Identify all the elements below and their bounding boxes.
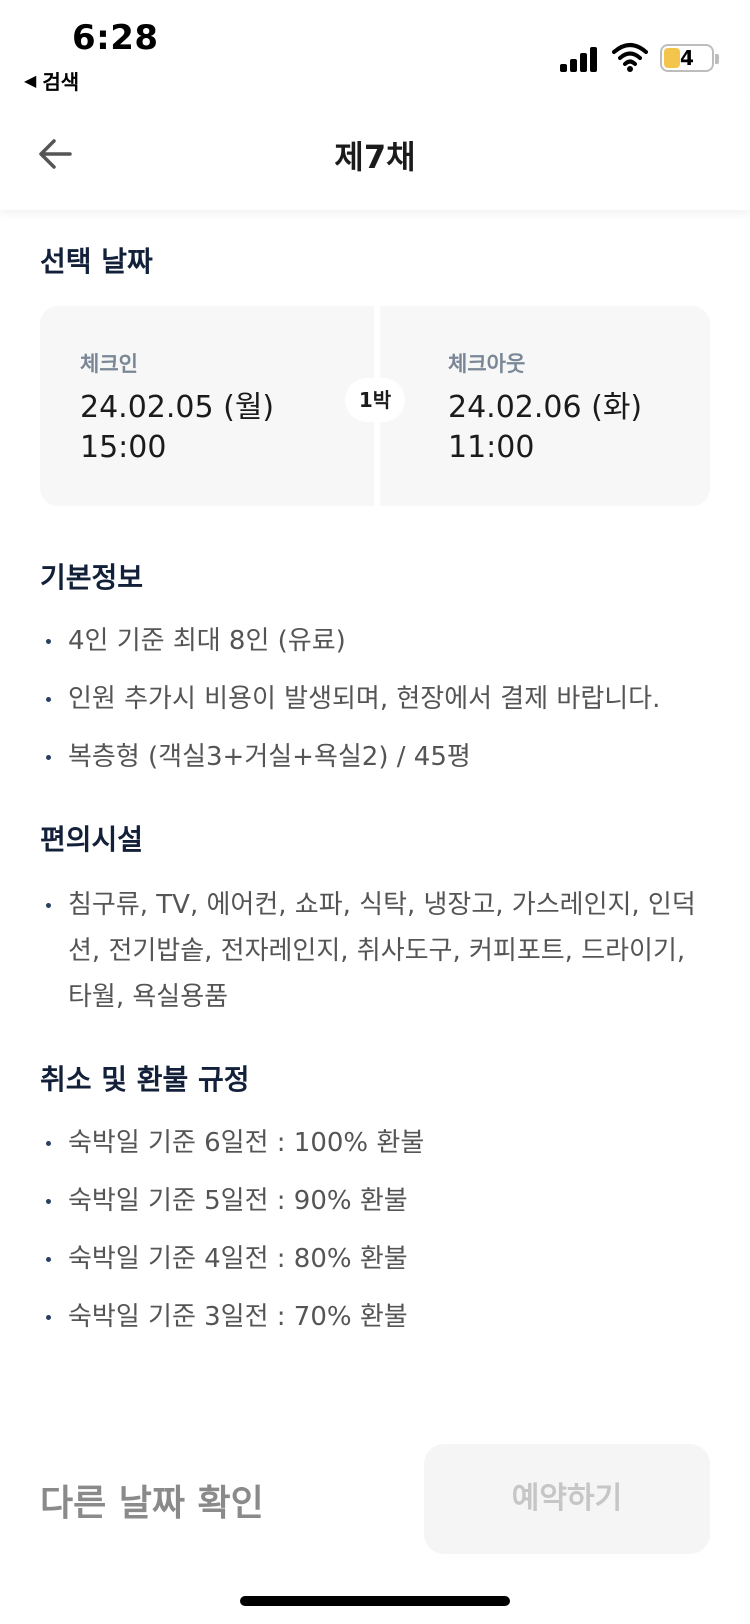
list-item: 숙박일 기준 3일전 : 70% 환불 [40,1294,720,1340]
cellular-signal-icon [560,46,600,72]
status-time: 6:28 [72,18,159,58]
checkout-block: 체크아웃 24.02.06 (화) 11:00 [448,348,642,468]
list-item: 인원 추가시 비용이 발생되며, 현장에서 결제 바랍니다. [40,676,720,722]
list-item: 복층형 (객실3+거실+욕실2) / 45평 [40,734,720,780]
checkout-time: 11:00 [448,430,535,465]
page-title: 제7채 [334,138,416,176]
home-indicator[interactable] [240,1596,510,1606]
checkout-date: 24.02.06 (화) [448,390,643,425]
amenities-title: 편의시설 [40,823,144,856]
battery-icon: 4 [660,44,719,72]
page-header: 제7채 [0,100,750,210]
nights-badge: 1박 [345,378,405,422]
amenities-list: 침구류, TV, 에어컨, 쇼파, 식탁, 냉장고, 가스레인지, 인덕션, 전… [40,882,712,1032]
list-item: 4인 기준 최대 8인 (유료) [40,618,720,664]
checkout-label: 체크아웃 [448,352,526,376]
checkin-label: 체크인 [80,352,138,376]
list-item: 숙박일 기준 5일전 : 90% 환불 [40,1178,720,1224]
back-to-app-link[interactable]: ◀ 검색 [24,66,79,95]
basic-info-list: 4인 기준 최대 8인 (유료) 인원 추가시 비용이 발생되며, 현장에서 결… [40,618,720,792]
battery-level: 4 [680,46,694,70]
back-app-label: 검색 [42,70,80,94]
date-card: 체크인 24.02.05 (월) 15:00 1박 체크아웃 24.02.06 … [40,306,710,506]
list-item: 숙박일 기준 6일전 : 100% 환불 [40,1120,720,1166]
list-item: 숙박일 기준 4일전 : 80% 환불 [40,1236,720,1282]
reserve-button[interactable]: 예약하기 [424,1444,710,1554]
other-date-button[interactable]: 다른 날짜 확인 [40,1474,264,1526]
list-item: 침구류, TV, 에어컨, 쇼파, 식탁, 냉장고, 가스레인지, 인덕션, 전… [40,882,712,1020]
refund-list: 숙박일 기준 6일전 : 100% 환불 숙박일 기준 5일전 : 90% 환불… [40,1120,720,1352]
selected-dates-title: 선택 날짜 [40,245,153,278]
checkin-date: 24.02.05 (월) [80,390,275,425]
refund-title: 취소 및 환불 규정 [40,1063,250,1096]
checkin-time: 15:00 [80,430,167,465]
wifi-icon [612,43,648,72]
back-triangle-icon: ◀ [24,71,37,90]
status-bar: 6:28 ◀ 검색 4 [0,0,750,100]
basic-info-title: 기본정보 [40,561,144,594]
checkin-block: 체크인 24.02.05 (월) 15:00 [80,348,274,468]
